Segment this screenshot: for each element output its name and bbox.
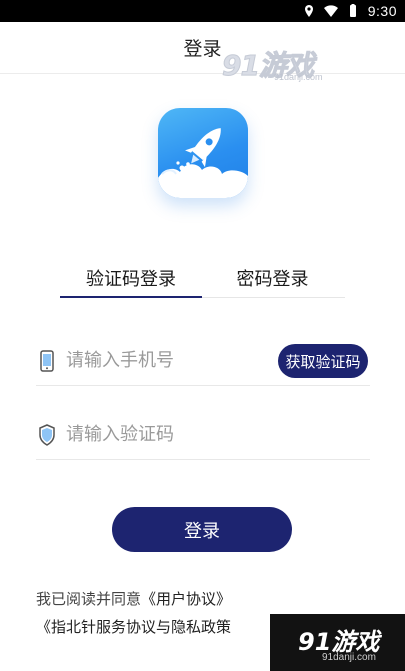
shield-icon: [39, 423, 55, 446]
header: 登录: [0, 22, 405, 74]
service-privacy-link[interactable]: 《指北针服务协议与隐私政策: [36, 618, 231, 636]
wifi-icon: [323, 5, 338, 17]
watermark-banner-site: 91danji.com: [322, 652, 376, 663]
tab-password-login[interactable]: 密码登录: [210, 258, 335, 298]
watermark-banner: 91游戏 91danji.com: [270, 614, 405, 671]
phone-icon: [40, 349, 54, 372]
rocket-icon: [158, 128, 248, 198]
tab-sms-login[interactable]: 验证码登录: [60, 258, 202, 298]
location-icon: [304, 5, 313, 17]
agreement-prefix: 我已阅读并同意: [36, 590, 142, 608]
status-time: 9:30: [367, 3, 397, 19]
code-row: [36, 410, 370, 460]
user-agreement-link[interactable]: 《用户协议》: [141, 590, 231, 608]
phone-row: 获取验证码: [36, 336, 370, 386]
battery-icon: [349, 4, 356, 17]
verification-code-input[interactable]: [66, 419, 266, 450]
agreement-line-2: 《指北针服务协议与隐私政策: [36, 616, 231, 637]
login-tabs: 验证码登录 密码登录: [60, 258, 345, 298]
get-code-button[interactable]: 获取验证码: [278, 344, 368, 378]
status-bar: 9:30: [0, 0, 405, 22]
login-button[interactable]: 登录: [112, 507, 292, 552]
agreement-line: 我已阅读并同意《用户协议》: [36, 588, 231, 609]
active-tab-indicator: [60, 296, 202, 298]
page-title: 登录: [183, 38, 222, 60]
app-logo-icon: [158, 108, 248, 198]
phone-input[interactable]: [66, 345, 266, 376]
